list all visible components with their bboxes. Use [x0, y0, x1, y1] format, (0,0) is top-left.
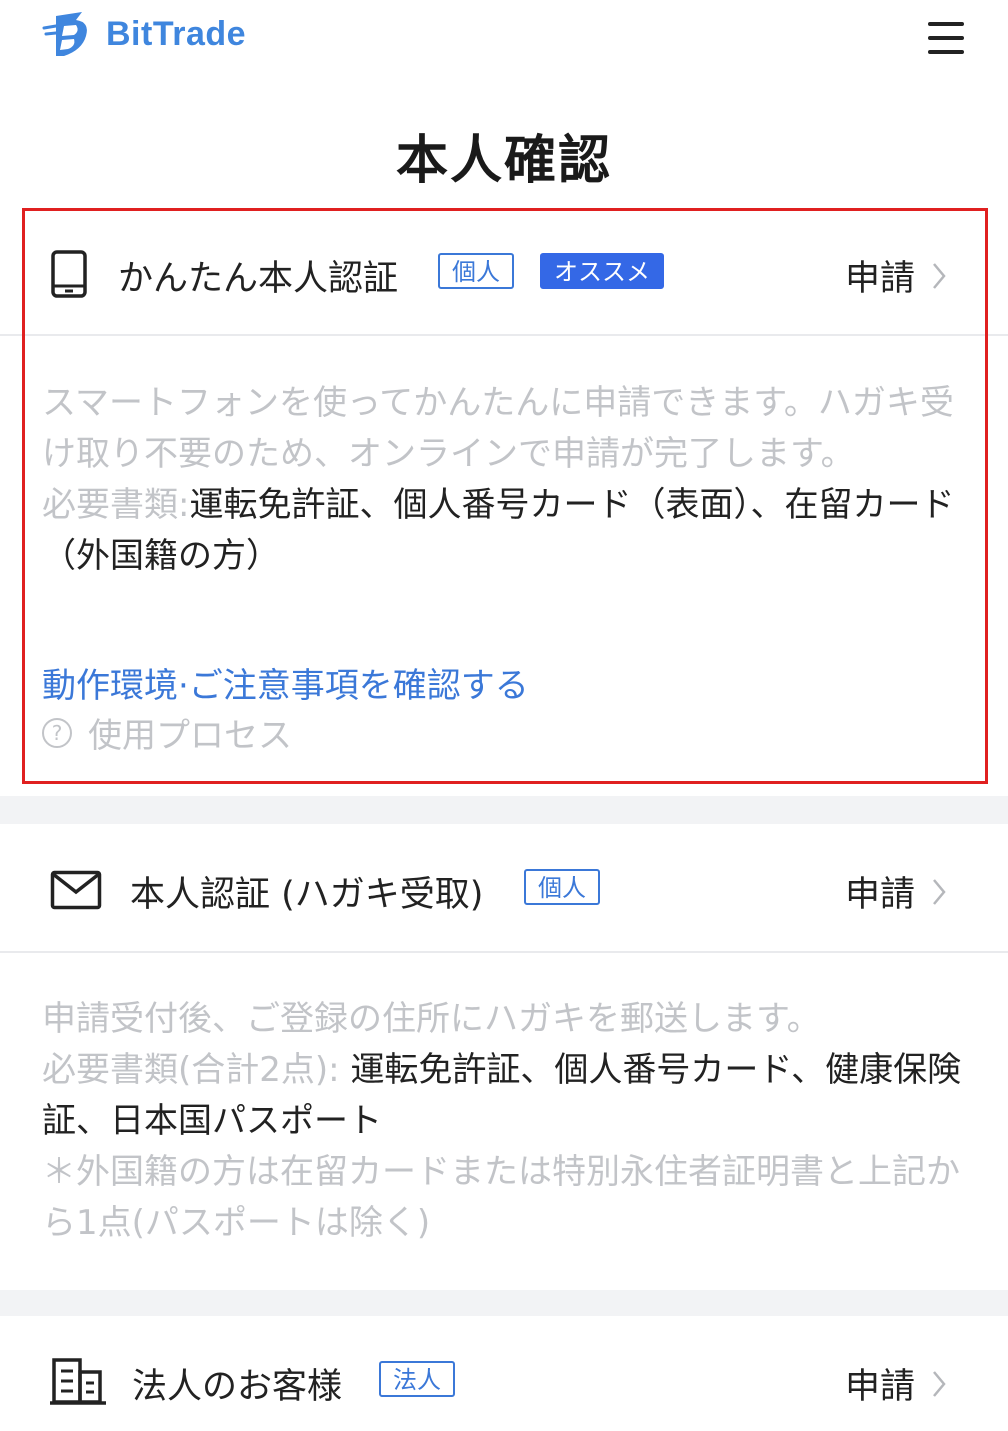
section-title: 法人のお客様 [132, 1367, 343, 1407]
usage-process-label: 使用プロセス [88, 716, 292, 756]
description-text: 申請受付後、ご登録の住所にハガキを郵送します。 [42, 999, 821, 1039]
tag-corporate: 法人 [379, 1361, 455, 1397]
section-title: かんたん本人認証 [118, 259, 399, 299]
apply-button[interactable]: 申請 [845, 250, 947, 301]
environment-notes-link[interactable]: 動作環境·ご注意事項を確認する [42, 658, 529, 707]
apply-label: 申請 [845, 875, 916, 915]
description-text: スマートフォンを使ってかんたんに申請できます。ハガキ受け取り不要のため、オンライ… [42, 383, 954, 474]
usage-process-link[interactable]: ? 使用プロセス [42, 708, 292, 757]
tag-recommended: オススメ [540, 253, 664, 289]
section-corporate: 法人のお客様 法人 申請 [0, 1316, 1008, 1431]
brand-name: BitTrade [106, 14, 247, 53]
required-docs-label: 必要書類(合計2点): [42, 1050, 351, 1090]
page-title: 本人確認 [395, 131, 612, 191]
bittrade-logo[interactable]: BitTrade [42, 6, 246, 62]
tag-individual: 個人 [438, 253, 514, 289]
section-description: スマートフォンを使ってかんたんに申請できます。ハガキ受け取り不要のため、オンライ… [42, 378, 962, 582]
apply-label: 申請 [845, 1367, 916, 1407]
apply-button[interactable]: 申請 [845, 1358, 947, 1409]
chevron-right-icon [933, 878, 946, 905]
app-header: BitTrade [0, 0, 1008, 90]
required-docs-label: 必要書類: [42, 485, 190, 525]
bittrade-logo-icon [42, 12, 87, 56]
section-title: 本人認証 (ハガキ受取) [130, 875, 484, 915]
section-easy-verification: かんたん本人認証 個人 オススメ 申請 スマートフォンを使ってかんたんに申請でき… [0, 210, 1008, 785]
chevron-right-icon [933, 262, 946, 289]
section-divider [0, 1290, 1008, 1316]
hamburger-menu-icon[interactable] [922, 18, 968, 58]
apply-button[interactable]: 申請 [845, 866, 947, 917]
envelope-icon [50, 870, 102, 910]
section-divider [0, 796, 1008, 824]
section-description: 申請受付後、ご登録の住所にハガキを郵送します。 必要書類(合計2点): 運転免許… [42, 994, 962, 1249]
tag-individual: 個人 [524, 869, 600, 905]
section-postcard-verification: 本人認証 (ハガキ受取) 個人 申請 申請受付後、ご登録の住所にハガキを郵送しま… [0, 824, 1008, 1288]
apply-label: 申請 [845, 259, 916, 299]
section-header[interactable]: かんたん本人認証 個人 オススメ 申請 [0, 210, 1008, 336]
building-icon [50, 1358, 106, 1405]
smartphone-icon [51, 250, 87, 298]
question-circle-icon: ? [42, 717, 72, 748]
chevron-right-icon [933, 1370, 946, 1397]
section-header[interactable]: 本人認証 (ハガキ受取) 個人 申請 [0, 824, 1008, 953]
section-header[interactable]: 法人のお客様 法人 申請 [0, 1316, 1008, 1431]
foreign-nationals-note: ＊外国籍の方は在留カードまたは特別永住者証明書と上記から1点(パスポートは除く) [42, 1152, 960, 1243]
